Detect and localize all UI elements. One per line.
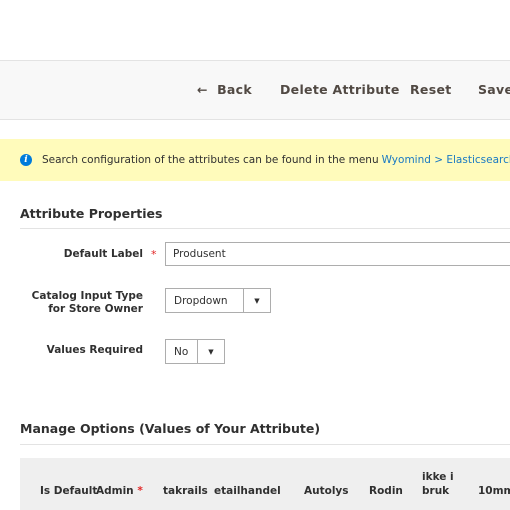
column-header-admin-label: Admin — [96, 485, 134, 497]
catalog-input-type-label: Catalog Input Type for Store Owner — [31, 290, 143, 315]
notice-link[interactable]: Wyomind > ElasticsearchCore > — [382, 154, 510, 166]
reset-button[interactable]: Reset — [410, 82, 452, 97]
column-header-store: 10mm — [478, 485, 510, 497]
column-header-store: etailhandel — [214, 485, 281, 497]
section-divider — [20, 444, 510, 445]
chevron-down-icon: ▼ — [243, 289, 270, 312]
required-marker: * — [151, 248, 157, 261]
chevron-down-icon: ▼ — [197, 340, 224, 363]
save-button[interactable]: Save — [478, 82, 510, 97]
delete-attribute-button[interactable]: Delete Attribute — [280, 82, 400, 97]
default-label-input[interactable]: Produsent — [165, 242, 510, 266]
notice-text: Search configuration of the attributes c… — [42, 154, 379, 166]
info-icon: i — [20, 154, 32, 166]
manage-options-title: Manage Options (Values of Your Attribute… — [20, 421, 321, 436]
column-header-store: Rodin — [369, 485, 403, 497]
values-required-select[interactable]: No ▼ — [165, 339, 225, 364]
page-actions-bar: ← Back Delete Attribute Reset Save — [0, 60, 510, 120]
default-label-label: Default Label — [63, 248, 143, 260]
column-header-store: Autolys — [304, 485, 349, 497]
back-button[interactable]: ← Back — [197, 82, 252, 97]
section-divider — [20, 228, 510, 229]
info-notice: i Search configuration of the attributes… — [0, 139, 510, 181]
arrow-left-icon: ← — [197, 82, 208, 97]
column-header-is-default: Is Default — [40, 485, 98, 497]
page-header-space — [0, 0, 510, 60]
values-required-value: No — [174, 345, 189, 358]
column-header-store: takrails — [163, 485, 208, 497]
options-table-header: Is Default Admin * takrails etailhandel … — [20, 458, 510, 510]
column-header-admin: Admin * — [96, 485, 143, 497]
attribute-properties-title: Attribute Properties — [20, 206, 163, 221]
catalog-input-type-value: Dropdown — [174, 294, 228, 307]
column-header-store: ikke i bruk — [422, 471, 454, 497]
required-marker: * — [137, 485, 143, 497]
values-required-label: Values Required — [46, 344, 143, 356]
catalog-input-type-select[interactable]: Dropdown ▼ — [165, 288, 271, 313]
back-label: Back — [217, 82, 252, 97]
